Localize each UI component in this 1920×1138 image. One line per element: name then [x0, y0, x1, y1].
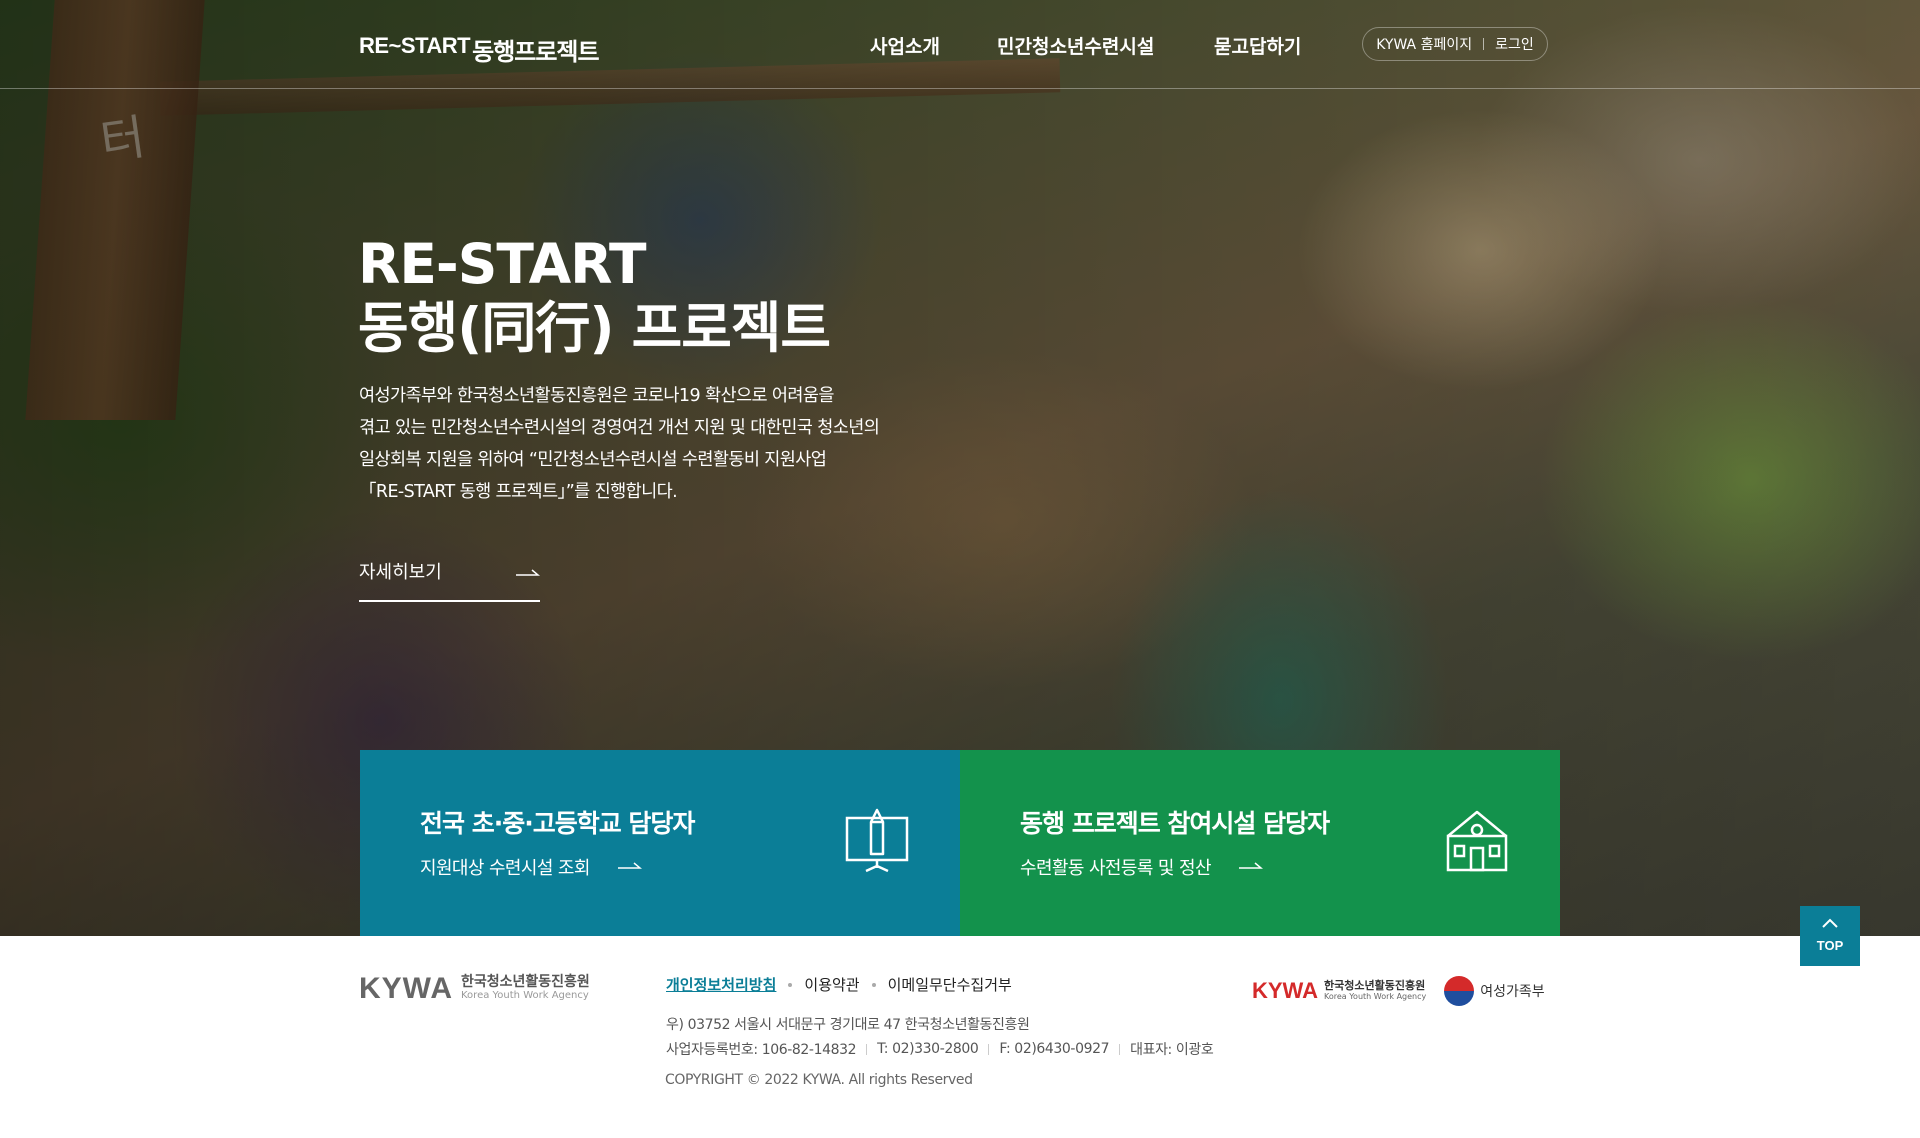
nav-item-qna[interactable]: 묻고답하기 [1214, 32, 1301, 59]
card-title: 동행 프로젝트 참여시설 담당자 [1020, 809, 1330, 838]
info-divider [988, 1043, 990, 1055]
taegeuk-icon [1444, 976, 1475, 1006]
link-divider [788, 982, 793, 987]
arrow-right-icon [1238, 862, 1263, 869]
hero-desc-line: 「RE-START 동행 프로젝트」”를 진행합니다. [359, 482, 678, 502]
utility-menu: KYWA 홈페이지 로그인 [1362, 27, 1548, 61]
footer-info: 사업자등록번호: 106-82-14832 T: 02)330-2800 F: … [666, 1039, 1214, 1059]
hero-title-line1: RE-START [358, 232, 647, 296]
fax: F: 02)6430-0927 [999, 1041, 1110, 1057]
copyright: COPYRIGHT © 2022 KYWA. All rights Reserv… [665, 1072, 973, 1088]
hero-desc-line: 일상회복 지원을 위하여 “민간청소년수련시설 수련활동비 지원사업 [359, 450, 827, 470]
site-logo[interactable]: RE~START 동행프로젝트 [359, 24, 600, 66]
footer-logo: KYWA 한국청소년활동진흥원 Korea Youth Work Agency [359, 972, 590, 1006]
footer-links: 개인정보처리방침 이용약관 이메일무단수집거부 [666, 974, 1012, 995]
info-divider [866, 1043, 868, 1055]
link-divider [871, 982, 876, 987]
partner-logos: KYWA 한국청소년활동진흥원 Korea Youth Work Agency … [1252, 976, 1545, 1006]
monitor-pencil-icon [845, 808, 909, 873]
chevron-up-icon [1822, 918, 1838, 928]
card-subtitle-label: 지원대상 수련시설 조회 [420, 858, 590, 879]
nav-item-about[interactable]: 사업소개 [870, 32, 940, 59]
terms-link[interactable]: 이용약관 [804, 974, 859, 995]
footer-logo-word: KYWA [359, 972, 453, 1005]
scroll-top-label: TOP [1816, 938, 1844, 953]
scroll-top-button[interactable]: TOP [1800, 906, 1860, 966]
footer-logo-korean: 한국청소년활동진흥원 [461, 974, 590, 990]
info-divider [1119, 1043, 1121, 1055]
hero-desc-line: 겪고 있는 민간청소년수련시설의 경영여건 개선 지원 및 대한민국 청소년의 [359, 418, 880, 438]
arrow-right-icon [617, 862, 642, 869]
privacy-policy-link[interactable]: 개인정보처리방침 [666, 974, 776, 995]
site-footer: KYWA 한국청소년활동진흥원 Korea Youth Work Agency … [0, 936, 1920, 1138]
partner-logo-english: Korea Youth Work Agency [1324, 992, 1427, 1001]
building-icon [1446, 810, 1508, 872]
card-subtitle: 지원대상 수련시설 조회 [420, 854, 642, 880]
representative: 대표자: 이광호 [1130, 1042, 1214, 1058]
card-subtitle-label: 수련활동 사전등록 및 정산 [1020, 858, 1212, 879]
hero-title: RE-START 동행(同行) 프로젝트 [358, 232, 831, 360]
kywa-partner-logo[interactable]: KYWA [1252, 978, 1318, 1004]
email-refusal-link[interactable]: 이메일무단수집거부 [888, 974, 1012, 995]
arrow-right-icon [516, 569, 540, 576]
school-staff-card[interactable]: 전국 초·중·고등학교 담당자 지원대상 수련시설 조회 [360, 750, 960, 936]
telephone: T: 02)330-2800 [877, 1041, 979, 1057]
kywa-home-link[interactable]: KYWA 홈페이지 [1376, 34, 1472, 54]
footer-address: 우) 03752 서울시 서대문구 경기대로 47 한국청소년활동진흥원 [666, 1017, 1030, 1033]
more-button-label: 자세히보기 [359, 562, 442, 583]
logo-english: RE~START [359, 33, 471, 58]
footer-logo-english: Korea Youth Work Agency [461, 990, 589, 1001]
more-button[interactable]: 자세히보기 [359, 556, 540, 602]
site-header: RE~START 동행프로젝트 사업소개 민간청소년수련시설 묻고답하기 KYW… [0, 0, 1920, 89]
hero-desc-line: 여성가족부와 한국청소년활동진흥원은 코로나19 확산으로 어려움을 [359, 386, 835, 406]
card-title: 전국 초·중·고등학교 담당자 [420, 809, 695, 838]
business-number: 사업자등록번호: 106-82-14832 [666, 1042, 857, 1058]
hero-description: 여성가족부와 한국청소년활동진흥원은 코로나19 확산으로 어려움을 겪고 있는… [359, 380, 959, 508]
ministry-logo[interactable]: 여성가족부 [1444, 976, 1545, 1006]
hero-title-line2: 동행(同行) 프로젝트 [358, 296, 831, 360]
facility-staff-card[interactable]: 동행 프로젝트 참여시설 담당자 수련활동 사전등록 및 정산 [960, 750, 1560, 936]
nav-item-facilities[interactable]: 민간청소년수련시설 [997, 32, 1154, 59]
ministry-name: 여성가족부 [1480, 984, 1545, 1000]
card-subtitle: 수련활동 사전등록 및 정산 [1020, 854, 1263, 880]
login-link[interactable]: 로그인 [1495, 34, 1534, 54]
logo-korean: 동행프로젝트 [472, 38, 599, 66]
partner-logo-korean: 한국청소년활동진흥원 [1324, 979, 1426, 992]
utility-divider [1483, 38, 1485, 50]
